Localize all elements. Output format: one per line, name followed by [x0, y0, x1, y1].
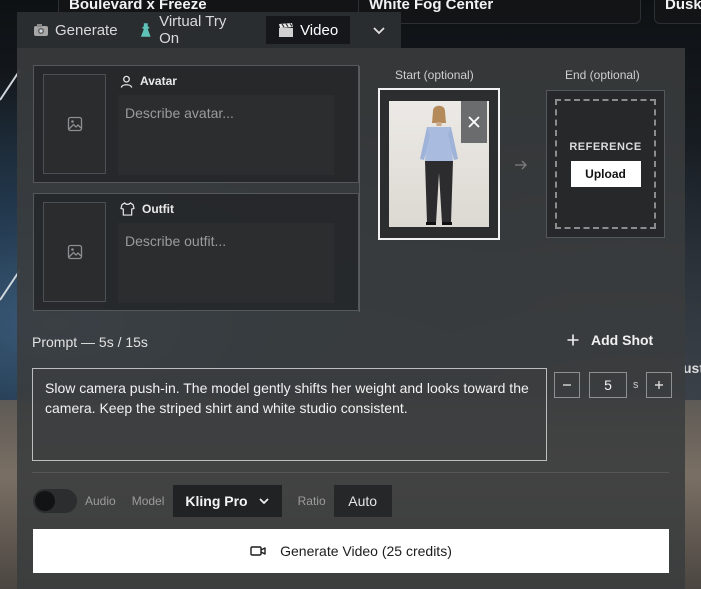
toggle-knob	[35, 491, 55, 511]
bg-card-3[interactable]: Dusk	[654, 0, 701, 24]
mode-tabbar: Generate Virtual Try On Video	[17, 12, 401, 48]
tab-virtual-try-on[interactable]: Virtual Try On	[134, 13, 259, 47]
generate-video-button[interactable]: Generate Video (25 credits)	[33, 529, 669, 573]
video-generator-panel: Avatar Outfit Start (optional) End (opti…	[17, 48, 685, 589]
remove-start-frame-button[interactable]	[461, 101, 487, 143]
dress-icon	[140, 23, 151, 37]
outfit-label-row: Outfit	[120, 200, 174, 218]
bg-card-title: Dusk	[665, 0, 701, 13]
arrow-right-icon	[515, 160, 527, 170]
audio-toggle[interactable]	[33, 489, 77, 513]
section-divider	[359, 66, 360, 312]
generate-label: Generate Video (25 credits)	[280, 543, 452, 559]
decrement-button[interactable]	[554, 372, 580, 398]
image-placeholder-icon	[67, 244, 82, 260]
add-shot-label: Add Shot	[591, 332, 654, 348]
shirt-icon	[120, 202, 135, 216]
outfit-description-input[interactable]	[118, 223, 334, 303]
end-frame-box[interactable]: REFERENCE Upload	[546, 90, 665, 238]
mode-dropdown-toggle[interactable]	[356, 12, 401, 48]
plus-icon	[654, 381, 663, 389]
model-select[interactable]: Kling Pro	[173, 485, 282, 517]
start-frame-label: Start (optional)	[395, 68, 474, 82]
minus-icon	[563, 384, 571, 386]
avatar-image-picker[interactable]	[43, 74, 106, 174]
avatar-label: Avatar	[140, 74, 177, 88]
clapperboard-icon	[279, 23, 294, 37]
end-frame-dropzone[interactable]: REFERENCE Upload	[555, 99, 656, 229]
outfit-image-picker[interactable]	[43, 202, 106, 302]
duration-stepper: 5 s	[554, 372, 672, 398]
prompt-title: Prompt — 5s / 15s	[32, 334, 148, 350]
close-icon	[468, 116, 480, 128]
tab-label: Generate	[55, 21, 118, 39]
model-label: Model	[131, 494, 165, 508]
tab-video[interactable]: Video	[266, 16, 351, 44]
camera-icon	[34, 24, 48, 36]
prompt-input[interactable]: Slow camera push-in. The model gently sh…	[32, 368, 547, 461]
image-placeholder-icon	[67, 116, 82, 132]
duration-value[interactable]: 5	[589, 372, 627, 398]
tab-label: Video	[300, 21, 339, 39]
tab-generate[interactable]: Generate	[29, 16, 128, 44]
avatar-description-input[interactable]	[118, 95, 334, 175]
generation-controls: Audio Model Kling Pro Ratio Auto	[33, 485, 392, 517]
chevron-down-icon	[259, 498, 269, 505]
upload-button[interactable]: Upload	[570, 161, 641, 187]
duration-unit: s	[633, 379, 639, 391]
plus-icon	[567, 334, 579, 346]
chevron-down-icon	[372, 27, 385, 35]
ratio-select[interactable]: Auto	[333, 485, 392, 517]
video-camera-icon	[250, 546, 266, 556]
end-frame-label: End (optional)	[565, 68, 640, 82]
ratio-label: Ratio	[297, 494, 326, 508]
user-icon	[120, 75, 133, 88]
outfit-label: Outfit	[142, 202, 174, 216]
avatar-slot: Avatar	[33, 65, 359, 183]
avatar-label-row: Avatar	[120, 72, 177, 90]
tab-label: Virtual Try On	[159, 13, 227, 47]
add-shot-button[interactable]: Add Shot	[567, 332, 653, 348]
end-reference-label: REFERENCE	[569, 141, 642, 153]
model-value: Kling Pro	[185, 493, 248, 509]
start-frame-box[interactable]	[378, 88, 500, 240]
outfit-slot: Outfit	[33, 193, 359, 311]
increment-button[interactable]	[645, 372, 672, 398]
bg-edge-text: ust	[683, 360, 701, 376]
controls-divider	[32, 472, 669, 473]
audio-label: Audio	[85, 494, 116, 508]
